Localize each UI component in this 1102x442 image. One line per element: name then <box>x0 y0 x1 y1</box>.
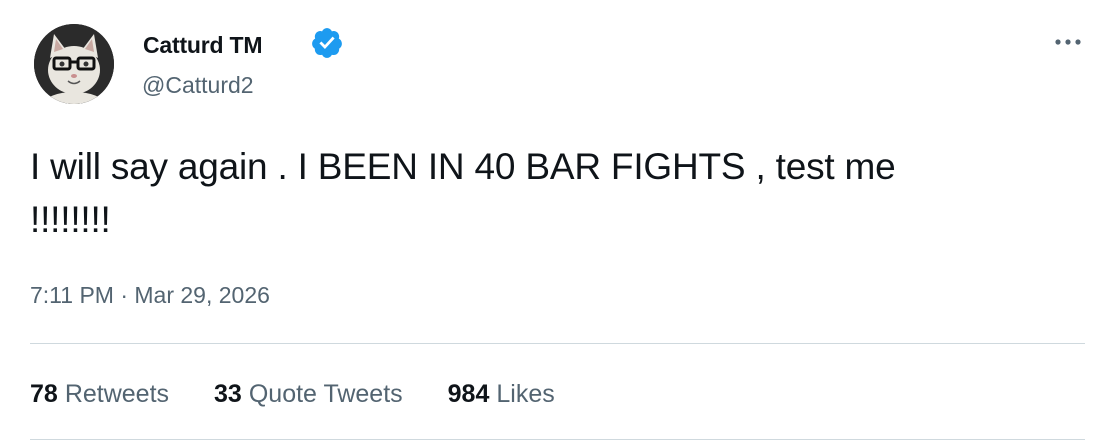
avatar[interactable] <box>34 24 114 104</box>
quote-tweets-stat[interactable]: 33 Quote Tweets <box>214 380 403 409</box>
tweet-text: I will say again . I BEEN IN 40 BAR FIGH… <box>30 140 1070 246</box>
quote-tweets-label: Quote Tweets <box>248 380 403 408</box>
display-name[interactable]: Catturd TM <box>143 32 263 59</box>
timestamp[interactable]: 7:11 PM · Mar 29, 2026 <box>30 282 270 309</box>
tweet-text-line: !!!!!!!! <box>30 199 111 240</box>
quote-tweets-count: 33 <box>214 380 242 408</box>
likes-count: 984 <box>447 380 490 408</box>
engagement-stats: 78 Retweets 33 Quote Tweets 984 Likes <box>30 380 600 409</box>
retweets-count: 78 <box>30 380 58 408</box>
cat-avatar-icon <box>34 24 114 104</box>
tweet-card: Catturd TM @Catturd2 I will say again . … <box>0 0 1102 442</box>
divider <box>30 439 1085 440</box>
more-options-icon[interactable] <box>1051 32 1085 52</box>
handle[interactable]: @Catturd2 <box>142 72 254 99</box>
likes-stat[interactable]: 984 Likes <box>448 380 555 409</box>
verified-badge-icon <box>312 28 342 58</box>
tweet-text-line: I will say again . I BEEN IN 40 BAR FIGH… <box>30 146 896 187</box>
retweets-label: Retweets <box>64 380 170 408</box>
retweets-stat[interactable]: 78 Retweets <box>30 380 169 409</box>
divider <box>30 343 1085 344</box>
likes-label: Likes <box>496 380 555 408</box>
